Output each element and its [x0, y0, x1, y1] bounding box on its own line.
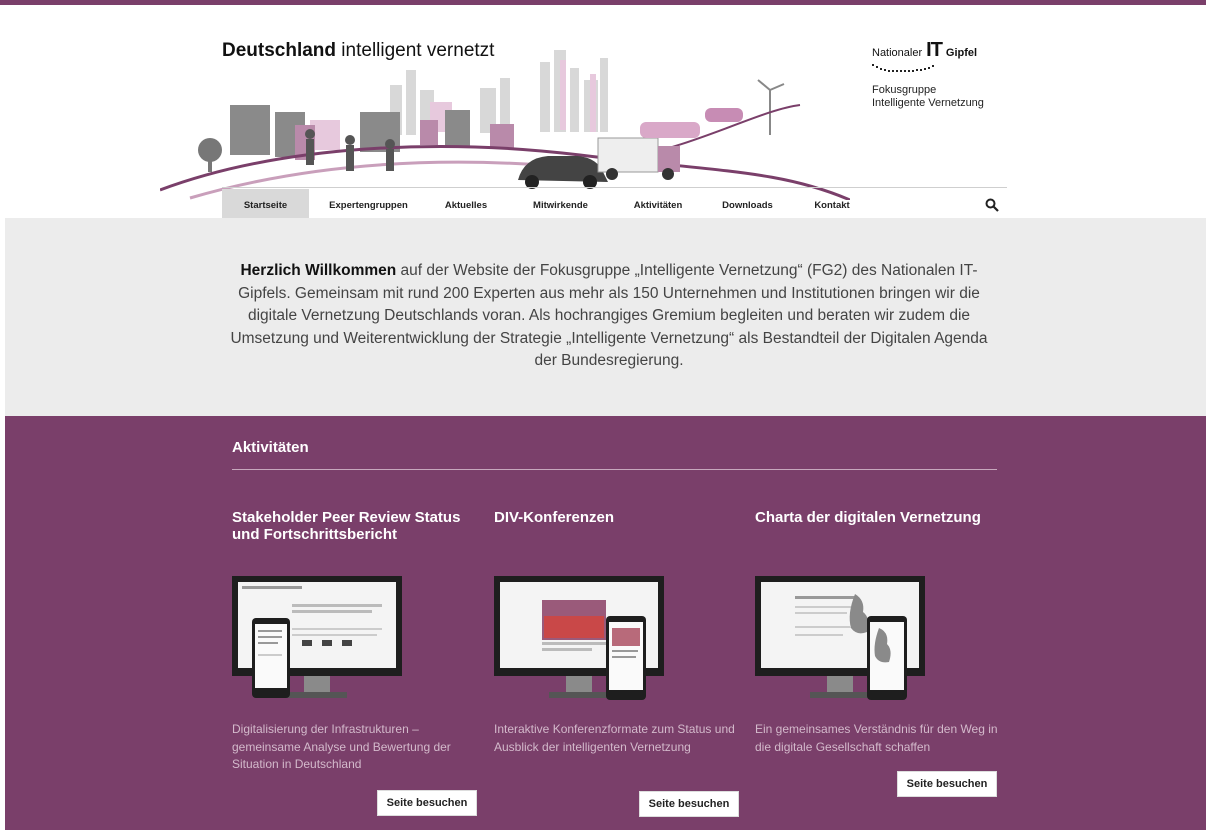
intro-bold: Herzlich Willkommen [240, 262, 397, 279]
it-gipfel-logo[interactable]: Nationaler IT Gipfel Fokusgruppe Intelli… [872, 39, 1012, 110]
logo-sub-line2: Intelligente Vernetzung [872, 97, 984, 109]
activity-card-peer-review: Stakeholder Peer Review Status und Forts… [232, 506, 482, 826]
intro-text: Herzlich Willkommen auf der Website der … [229, 260, 989, 373]
activities-heading: Aktivitäten [232, 439, 309, 456]
monitor-mockup-image [755, 576, 925, 700]
logo-suffix: Gipfel [945, 47, 978, 59]
activity-card-charta: Charta der digitalen Vernetzung Ein geme… [755, 506, 1005, 826]
card-description: Ein gemeinsames Verständnis für den Weg … [755, 722, 998, 754]
site-header: Deutschland intelligent vernetzt Nationa… [0, 5, 1206, 222]
logo-dots-graphic [872, 64, 934, 72]
logo-prefix: Nationaler [872, 47, 923, 59]
visit-page-button[interactable]: Seite besuchen [377, 790, 477, 816]
main-nav: Startseite Expertengruppen Aktuelles Mit… [222, 187, 1007, 222]
activity-card-div-konferenzen: DIV-Konferenzen Interaktive Konferenzfor… [494, 506, 744, 826]
logo-it: IT [926, 39, 943, 61]
card-description: Interaktive Konferenzformate zum Status … [494, 722, 735, 754]
visit-page-button[interactable]: Seite besuchen [897, 771, 997, 797]
activities-divider [232, 469, 997, 470]
card-title[interactable]: DIV-Konferenzen [494, 509, 739, 526]
visit-page-button[interactable]: Seite besuchen [639, 791, 739, 817]
card-title[interactable]: Stakeholder Peer Review Status und Forts… [232, 509, 477, 543]
monitor-mockup-image [494, 576, 664, 700]
monitor-mockup-image [232, 576, 402, 698]
city-illustration [160, 50, 850, 200]
card-description: Digitalisierung der Infrastrukturen – ge… [232, 722, 451, 771]
card-title[interactable]: Charta der digitalen Vernetzung [755, 509, 1000, 526]
intro-section: Herzlich Willkommen auf der Website der … [5, 218, 1206, 416]
activities-section: Aktivitäten Stakeholder Peer Review Stat… [5, 416, 1206, 830]
search-icon[interactable] [985, 198, 999, 212]
logo-sub-line1: Fokusgruppe [872, 84, 937, 96]
